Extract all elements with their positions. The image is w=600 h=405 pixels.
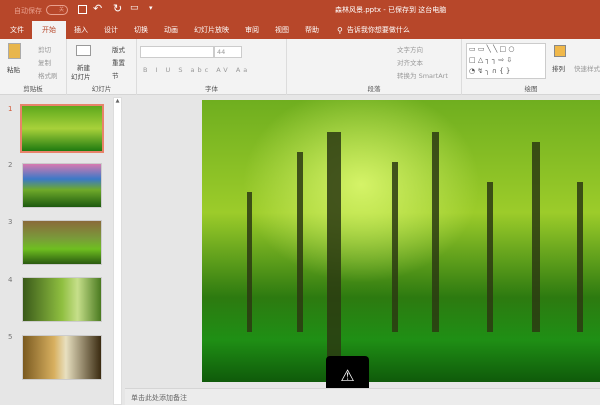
present-icon[interactable]: ▭ <box>130 3 139 13</box>
title-bar: 自动保存 关 ↶ ↻ ▭ ▾ 森林风景.pptx - 已保存到 这台电脑 <box>0 0 600 21</box>
search-icon: ⚲ <box>337 25 343 35</box>
undo-icon[interactable]: ↶ <box>93 2 102 15</box>
format-painter-button[interactable]: 格式刷 <box>38 70 58 80</box>
tab-animations[interactable]: 动画 <box>156 21 186 39</box>
font-size-input[interactable]: 44 <box>214 46 242 58</box>
tab-file[interactable]: 文件 <box>2 21 32 39</box>
ribbon: 粘贴 剪切 复制 格式刷 剪贴板 新建 幻灯片 版式 重置 节 幻灯片 44 B… <box>0 39 600 95</box>
tree-trunk <box>247 192 252 332</box>
slide-thumbnail-1[interactable] <box>20 104 104 153</box>
arrange-icon <box>554 45 566 57</box>
reset-button[interactable]: 重置 <box>112 57 125 67</box>
font-size-value: 44 <box>217 48 226 56</box>
tab-insert[interactable]: 插入 <box>66 21 96 39</box>
tree-trunk <box>432 132 439 332</box>
tree-trunk <box>392 162 398 332</box>
section-button[interactable]: 节 <box>112 70 119 80</box>
clipboard-group: 粘贴 剪切 复制 格式刷 剪贴板 <box>0 39 67 95</box>
slides-label: 幻灯片 <box>91 85 112 93</box>
tab-home[interactable]: 开始 <box>32 21 66 39</box>
thumbnail-scrollbar[interactable]: ▲ <box>113 97 122 405</box>
paragraph-label: 段落 <box>367 85 381 93</box>
autosave-toggle[interactable]: 关 <box>46 5 68 15</box>
drawing-label: 绘图 <box>524 85 538 93</box>
document-title: 森林风景.pptx - 已保存到 这台电脑 <box>335 6 447 14</box>
layout-button[interactable]: 版式 <box>112 44 125 54</box>
tab-transitions[interactable]: 切换 <box>126 21 156 39</box>
paste-button[interactable]: 粘贴 <box>7 64 20 74</box>
drawing-group: ▭ ▭ ╲ ╲ □ ○ □ △ ┐ ┐ ⇨ ⇩ ◔ ↯ ╮ ∩ { } 排列 快速样… <box>462 39 600 95</box>
thumb-number: 3 <box>8 218 13 226</box>
thumb-number: 1 <box>8 105 13 113</box>
tell-me-input[interactable]: 告诉我你想要做什么 <box>347 25 410 35</box>
redo-icon[interactable]: ↻ <box>113 2 122 15</box>
notes-pane[interactable]: 单击此处添加备注 <box>125 388 600 405</box>
slide-canvas[interactable] <box>202 100 600 382</box>
autosave-state: 关 <box>58 7 64 13</box>
smartart-button[interactable]: 转换为 SmartArt <box>397 70 448 80</box>
shapes-gallery[interactable]: ▭ ▭ ╲ ╲ □ ○ □ △ ┐ ┐ ⇨ ⇩ ◔ ↯ ╮ ∩ { } <box>466 43 546 79</box>
thumb-number: 2 <box>8 161 13 169</box>
new-slide-dropdown[interactable]: 幻灯片 <box>71 71 91 81</box>
arrange-button[interactable]: 排列 <box>552 63 565 73</box>
paragraph-group: 文字方向 对齐文本 转换为 SmartArt 段落 <box>287 39 462 95</box>
align-text-button[interactable]: 对齐文本 <box>397 57 423 67</box>
customize-icon[interactable]: ▾ <box>149 4 153 12</box>
font-label: 字体 <box>205 85 218 93</box>
save-icon[interactable] <box>78 5 87 14</box>
copy-button[interactable]: 复制 <box>38 57 51 67</box>
tab-review[interactable]: 审阅 <box>237 21 267 39</box>
scroll-up-icon[interactable]: ▲ <box>114 98 121 104</box>
font-group: 44 B I U S abc AV Aa 字体 <box>137 39 287 95</box>
tab-slideshow[interactable]: 幻灯片放映 <box>186 21 237 39</box>
notes-placeholder: 单击此处添加备注 <box>131 394 187 402</box>
tab-view[interactable]: 视图 <box>267 21 297 39</box>
slide-thumbnail-2[interactable] <box>22 163 102 208</box>
thumb-number: 5 <box>8 333 13 341</box>
tree-trunk <box>297 152 303 332</box>
ribbon-tabs: 文件 开始 插入 设计 切换 动画 幻灯片放映 审阅 视图 帮助 ⚲ 告诉我你想… <box>0 21 600 39</box>
paste-icon <box>8 43 21 59</box>
slide-thumbnail-4[interactable] <box>22 277 102 322</box>
slide-thumbnail-3[interactable] <box>22 220 102 265</box>
tree-trunk <box>487 182 493 332</box>
tree-trunk <box>577 182 583 332</box>
tab-help[interactable]: 帮助 <box>297 21 327 39</box>
cut-button[interactable]: 剪切 <box>38 44 51 54</box>
no-text-icon: ⚠ <box>340 366 355 385</box>
autosave-label: 自动保存 <box>14 7 42 15</box>
slides-group: 新建 幻灯片 版式 重置 节 幻灯片 <box>67 39 137 95</box>
text-direction-button[interactable]: 文字方向 <box>397 44 423 54</box>
thumb-number: 4 <box>8 276 13 284</box>
font-name-input[interactable] <box>140 46 214 58</box>
tab-design[interactable]: 设计 <box>96 21 126 39</box>
slide-thumbnail-5[interactable] <box>22 335 102 380</box>
clipboard-label: 剪贴板 <box>23 85 43 93</box>
quick-styles-button[interactable]: 快速样式 <box>574 63 600 73</box>
format-buttons[interactable]: B I U S abc AV Aa <box>143 66 250 74</box>
new-slide-icon <box>76 45 91 56</box>
slide-thumbnail-panel: 1 2 3 4 5 <box>0 95 113 405</box>
tree-trunk <box>532 142 540 332</box>
tree-trunk <box>327 132 341 362</box>
